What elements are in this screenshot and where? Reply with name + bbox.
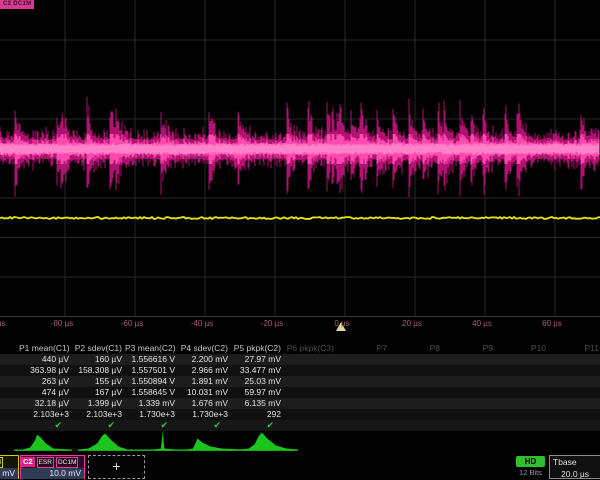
measure-header[interactable]: P10 (496, 343, 549, 354)
measure-header[interactable]: P7 (337, 343, 390, 354)
histicon[interactable] (186, 430, 244, 452)
time-tick-label: -100 µs (0, 319, 15, 328)
measure-header[interactable]: P2 sdev(C1) (72, 343, 125, 354)
plus-icon: + (112, 458, 120, 474)
measure-header[interactable]: P6 pkpk(C3) (284, 343, 337, 354)
time-tick-label: -60 µs (109, 319, 155, 328)
measure-cell: 363.98 µV (19, 365, 72, 376)
measure-cell: 1.730e+3 (125, 409, 178, 420)
measure-cell: 59.97 mV (231, 387, 284, 398)
measure-cell: 1.558645 V (125, 387, 178, 398)
histicon[interactable] (240, 430, 298, 452)
measure-cell: 167 µV (72, 387, 125, 398)
waveform-c1 (0, 217, 600, 219)
c2-esr-badge: ESR (37, 457, 54, 468)
measure-cell: 33.477 mV (231, 365, 284, 376)
measure-cell: 25.03 mV (231, 376, 284, 387)
timebase-label: Tbase (550, 456, 600, 467)
measure-cell: 1.891 mV (178, 376, 231, 387)
measure-cell: 32.18 µV (19, 398, 72, 409)
time-tick-label: 0 µs (319, 319, 365, 328)
bit-depth-label: 12 Bits (512, 468, 549, 477)
measure-cell: 1.339 mV (125, 398, 178, 409)
measure-cell: 263 µV (19, 376, 72, 387)
measure-cell: 2.966 mV (178, 365, 231, 376)
measure-header[interactable]: P3 mean(C2) (125, 343, 178, 354)
measure-cell: 27.97 mV (231, 354, 284, 365)
measure-header[interactable]: P1 mean(C1) (19, 343, 72, 354)
channel-descriptor-c2[interactable]: C2 ESR DC1M 10.0 mV (20, 455, 85, 479)
measure-cell: 292 (231, 409, 284, 420)
timebase-value: 20.0 µs (550, 467, 600, 479)
measure-cell: 440 µV (19, 354, 72, 365)
measure-cell: 1.557501 V (125, 365, 178, 376)
c1-coupling: DC1M (0, 457, 3, 468)
time-tick-label: 20 µs (389, 319, 435, 328)
waveform-c2 (0, 97, 599, 197)
measure-cell: 1.676 mV (178, 398, 231, 409)
measure-cell: 6.135 mV (231, 398, 284, 409)
measure-cell: 158.308 µV (72, 365, 125, 376)
measure-cell: 1.550894 V (125, 376, 178, 387)
measure-cell: 1.730e+3 (178, 409, 231, 420)
c2-volts-div: 10.0 mV (21, 468, 84, 479)
measure-header[interactable]: P5 pkpk(C2) (231, 343, 284, 354)
c2-label: C2 (21, 457, 35, 467)
measure-cell: 2.103e+3 (72, 409, 125, 420)
measure-cell: 2.200 mV (178, 354, 231, 365)
timebase-descriptor[interactable]: Tbase 20.0 µs (549, 455, 600, 479)
measure-cell: 1.556616 V (125, 354, 178, 365)
measure-cell: 1.399 µV (72, 398, 125, 409)
add-trace-button[interactable]: + (88, 455, 145, 479)
time-tick-label: 60 µs (529, 319, 575, 328)
hd-mode-badge[interactable]: HD (516, 456, 545, 467)
measure-cell: 155 µV (72, 376, 125, 387)
c1-volts-div: 0 mV (0, 468, 18, 479)
measure-header[interactable]: P4 sdev(C2) (178, 343, 231, 354)
measure-header[interactable]: P11 (549, 343, 600, 354)
measure-cell: 2.103e+3 (19, 409, 72, 420)
c2-coupling: DC1M (56, 457, 78, 468)
histicon[interactable] (14, 430, 72, 452)
time-tick-label: -40 µs (179, 319, 225, 328)
histicon[interactable] (78, 430, 136, 452)
trace-annotation-badge[interactable]: C2 DC1M (0, 0, 34, 9)
time-tick-label: 40 µs (459, 319, 505, 328)
measure-cell: 160 µV (72, 354, 125, 365)
channel-descriptor-c1[interactable]: C1 DC1M 0 mV (0, 455, 19, 479)
measure-cell: 10.031 mV (178, 387, 231, 398)
measure-header[interactable]: P8 (390, 343, 443, 354)
time-tick-label: -80 µs (39, 319, 85, 328)
time-tick-label: -20 µs (249, 319, 295, 328)
measure-cell: 474 µV (19, 387, 72, 398)
oscilloscope-screen: C2 DC1M -100 µs -80 µs -60 µs -40 µs -20 µs 0… (0, 0, 600, 480)
measure-header[interactable]: P9 (443, 343, 496, 354)
graticule (0, 0, 600, 333)
